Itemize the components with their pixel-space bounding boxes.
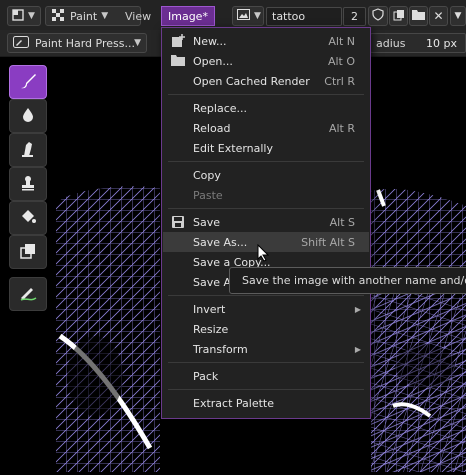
checker-icon <box>52 8 64 24</box>
menu-item-label: Replace... <box>193 101 248 115</box>
shield-icon <box>372 8 384 24</box>
menu-item-label: Save <box>193 215 221 229</box>
menu-item-invert[interactable]: Invert ▶ <box>163 299 369 319</box>
layers-icon <box>19 242 37 263</box>
menu-item-label: Resize <box>193 322 229 336</box>
chevron-down-icon: ▼ <box>28 11 35 21</box>
paint-mode-icon <box>12 8 24 24</box>
menu-item-open-cached-render[interactable]: Open Cached Render Ctrl R <box>163 71 369 91</box>
duplicate-button[interactable] <box>389 6 408 26</box>
menu-item-reload[interactable]: Reload Alt R <box>163 118 369 138</box>
menu-item-extract-palette[interactable]: Extract Palette <box>163 393 369 413</box>
menu-separator <box>168 161 364 162</box>
menu-item-new[interactable]: New... Alt N <box>163 31 369 51</box>
menu-item-label: Extract Palette <box>193 396 274 410</box>
chevron-down-icon: ▼ <box>454 11 462 21</box>
line-pen-icon <box>18 283 38 306</box>
image-preview-dropdown[interactable]: ▼ <box>232 6 264 26</box>
chevron-down-icon: ▼ <box>101 11 109 21</box>
smudge-icon <box>19 140 37 161</box>
menu-item-label: Open Cached Render <box>193 74 310 88</box>
menu-item-label: Copy <box>193 168 221 182</box>
new-image-icon <box>171 34 185 48</box>
menu-item-label: Save A <box>193 275 232 289</box>
smudge-tool[interactable] <box>9 133 47 167</box>
menu-item-label: Paste <box>193 188 223 202</box>
shield-button[interactable] <box>368 6 388 26</box>
clone-stamp-icon <box>19 174 37 195</box>
paint-brush-tool[interactable] <box>9 65 47 99</box>
count-field[interactable]: 2 <box>343 7 366 26</box>
menu-item-copy[interactable]: Copy <box>163 165 369 185</box>
menu-item-replace[interactable]: Replace... <box>163 98 369 118</box>
menu-item-edit-externally[interactable]: Edit Externally <box>163 138 369 158</box>
brush-preset-icon <box>13 35 29 51</box>
menu-item-label: Save As... <box>193 235 248 249</box>
duplicate-icon <box>393 9 405 24</box>
tool-column <box>0 56 56 472</box>
brush-preset-label: Paint Hard Press... <box>35 36 135 50</box>
menu-item-label: Pack <box>193 369 219 383</box>
menu-separator <box>168 94 364 95</box>
mode-dropdown[interactable]: ▼ <box>7 6 41 26</box>
line-tool[interactable] <box>9 277 47 311</box>
menu-item-shortcut: Ctrl R <box>324 74 355 88</box>
radius-label: adius <box>376 36 406 50</box>
menu-separator <box>168 208 364 209</box>
image-menu[interactable]: Image* <box>161 6 215 26</box>
menu-item-label: Open... <box>193 54 233 68</box>
paint-brush-icon <box>18 71 38 94</box>
menu-item-shortcut: Alt S <box>329 215 355 229</box>
radius-value: 10 px <box>426 36 457 50</box>
blur-tool[interactable] <box>9 99 47 133</box>
chevron-down-icon: ▼ <box>254 11 261 21</box>
open-folder-button[interactable] <box>409 6 428 26</box>
image-menu-popup: New... Alt N Open... Alt O Open Cached R… <box>161 27 371 419</box>
fill-bucket-icon <box>19 208 37 229</box>
menu-item-label: Edit Externally <box>193 141 274 155</box>
folder-icon <box>171 54 185 68</box>
menu-separator <box>168 362 364 363</box>
menu-item-pack[interactable]: Pack <box>163 366 369 386</box>
menu-item-open[interactable]: Open... Alt O <box>163 51 369 71</box>
menu-item-label: Invert <box>193 302 226 316</box>
menu-item-shortcut: Alt R <box>328 121 355 135</box>
close-icon: ✕ <box>433 9 444 23</box>
more-button[interactable]: ▼ <box>450 6 466 26</box>
view-menu[interactable]: View <box>119 6 157 26</box>
fill-tool[interactable] <box>9 201 47 235</box>
document-name-field[interactable]: tattoo <box>266 7 342 26</box>
layers-tool[interactable] <box>9 235 47 269</box>
menu-item-shortcut: Alt N <box>328 34 355 48</box>
menu-separator <box>168 295 364 296</box>
menu-item-label: New... <box>193 34 227 48</box>
radius-slider[interactable]: adius 10 px <box>370 33 466 53</box>
folder-icon <box>412 9 425 23</box>
save-icon <box>171 215 185 229</box>
menu-item-shortcut: Alt O <box>327 54 355 68</box>
submenu-arrow-icon: ▶ <box>354 344 361 354</box>
brush-preset-dropdown[interactable]: Paint Hard Press... ▼ <box>7 33 147 53</box>
clone-tool[interactable] <box>9 167 47 201</box>
menu-item-label: Transform <box>193 342 248 356</box>
menu-separator <box>168 389 364 390</box>
menu-item-paste: Paste <box>163 185 369 205</box>
submenu-arrow-icon: ▶ <box>354 304 361 314</box>
paint-mode-label: Paint <box>70 9 98 23</box>
menu-item-transform[interactable]: Transform ▶ <box>163 339 369 359</box>
menu-item-save[interactable]: Save Alt S <box>163 212 369 232</box>
image-thumbnail-icon <box>237 9 250 23</box>
menu-item-shortcut: Shift Alt S <box>301 235 355 249</box>
mouse-cursor-icon <box>257 243 270 265</box>
blur-drop-icon <box>19 106 37 127</box>
save-as-tooltip: Save the image with another name and/or … <box>229 267 466 294</box>
menu-item-resize[interactable]: Resize <box>163 319 369 339</box>
close-button[interactable]: ✕ <box>429 6 448 26</box>
chevron-down-icon: ▼ <box>134 38 141 48</box>
menu-item-label: Reload <box>193 121 231 135</box>
